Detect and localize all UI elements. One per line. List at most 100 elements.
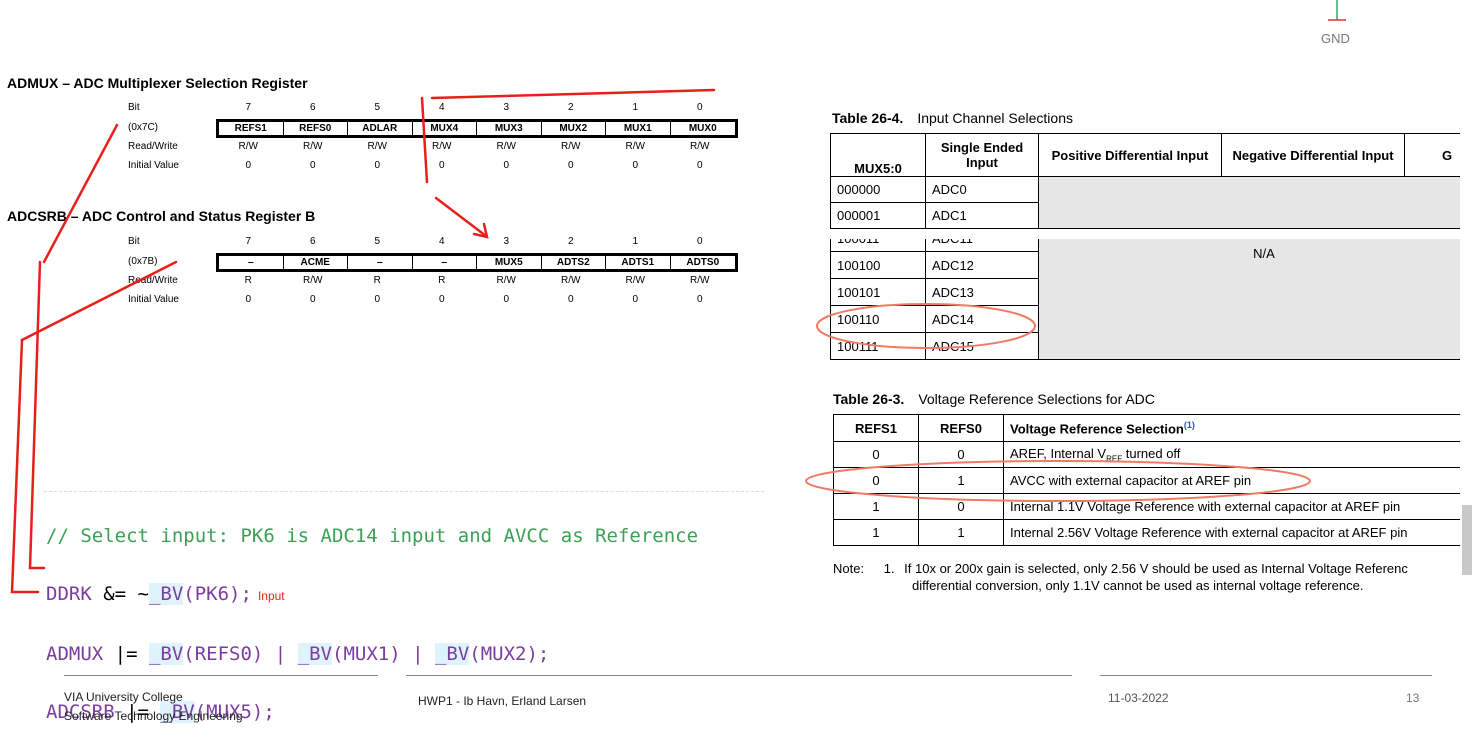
- cell-subscript: REF: [1106, 454, 1122, 463]
- rw-value: R/W: [668, 275, 733, 286]
- na-cell: N/A: [1039, 239, 1472, 360]
- init-value: 0: [410, 160, 475, 171]
- table-cell: 000001: [831, 203, 926, 229]
- bit-name: MUX5: [477, 256, 542, 269]
- admux-register-diagram: Bit 76543210 (0x7C) REFS1REFS0ADLARMUX4M…: [128, 102, 748, 182]
- table-cell: Internal 1.1V Voltage Reference with ext…: [1004, 494, 1472, 520]
- cell-text: AREF, Internal V: [1010, 446, 1106, 461]
- bit-number: 4: [410, 102, 475, 113]
- table-cell: 000000: [831, 177, 926, 203]
- rw-value: R: [216, 275, 281, 286]
- code-token: _BV: [435, 643, 469, 665]
- code-comment: // Select input: PK6 is ADC14 input and …: [46, 522, 698, 551]
- init-value: 0: [603, 294, 668, 305]
- bit-number: 3: [474, 102, 539, 113]
- code-token: (MUX2);: [469, 643, 549, 665]
- bit-name: MUX0: [671, 122, 736, 135]
- init-value: 0: [216, 294, 281, 305]
- column-header: Positive Differential Input: [1039, 134, 1222, 177]
- footer-date: 11-03-2022: [1108, 691, 1169, 705]
- code-line-2: ADMUX |= _BV(REFS0) | _BV(MUX1) | _BV(MU…: [46, 640, 698, 669]
- bit-number: 2: [539, 236, 604, 247]
- bit-name: ADTS1: [606, 256, 671, 269]
- table-number: Table 26-4.: [832, 110, 903, 126]
- note-label: Note:: [833, 561, 864, 576]
- bit-name: –: [219, 256, 284, 269]
- bit-number: 0: [668, 236, 733, 247]
- page-number: 13: [1406, 691, 1419, 705]
- code-token: &= ~: [92, 583, 149, 605]
- annotation-line: [44, 125, 117, 262]
- adcsrb-rw-row: RR/WRRR/WR/WR/WR/W: [216, 275, 732, 286]
- table-26-3: REFS1 REFS0 Voltage Reference Selection(…: [833, 414, 1472, 549]
- annotation-line: [432, 90, 714, 98]
- table-caption: Input Channel Selections: [917, 110, 1073, 126]
- bit-number: 6: [281, 102, 346, 113]
- init-value: 0: [410, 294, 475, 305]
- table-cell: 0: [919, 494, 1004, 520]
- admux-title: ADMUX – ADC Multiplexer Selection Regist…: [7, 75, 308, 91]
- bit-name: –: [348, 256, 413, 269]
- table-note: Note: 1. If 10x or 200x gain is selected…: [833, 561, 1472, 576]
- init-value: 0: [539, 160, 604, 171]
- init-value: 0: [216, 160, 281, 171]
- note-text-line2: differential conversion, only 1.1V canno…: [912, 578, 1363, 593]
- table-cell: 0: [834, 468, 919, 494]
- table-cell: ADC1: [926, 203, 1039, 229]
- bit-number: 4: [410, 236, 475, 247]
- register-address: (0x7B): [128, 256, 198, 267]
- code-token: _BV: [149, 583, 183, 605]
- table-cell: 0: [919, 442, 1004, 468]
- table-cell: ADC14: [926, 306, 1039, 333]
- footer-divider: [64, 675, 378, 676]
- scrollbar-thumb[interactable]: [1462, 505, 1472, 575]
- init-value: 0: [603, 160, 668, 171]
- table-cell: ADC0: [926, 177, 1039, 203]
- column-header: Single Ended Input: [926, 134, 1039, 177]
- table-cell: Internal 2.56V Voltage Reference with ex…: [1004, 520, 1472, 546]
- table-26-3-caption: Table 26-3. Voltage Reference Selections …: [833, 391, 1155, 407]
- adcsrb-bit-numbers: 76543210: [216, 236, 732, 247]
- right-edge: [1460, 0, 1472, 742]
- init-value: 0: [474, 294, 539, 305]
- admux-rw-row: R/WR/WR/WR/WR/WR/WR/WR/W: [216, 141, 732, 152]
- init-value: 0: [539, 294, 604, 305]
- bit-name: MUX3: [477, 122, 542, 135]
- table-26-4-top: MUX5:0 Single Ended Input Positive Diffe…: [830, 133, 1472, 229]
- table-caption: Voltage Reference Selections for ADC: [918, 391, 1155, 407]
- code-token: DDRK: [46, 583, 92, 605]
- bit-name: MUX4: [413, 122, 478, 135]
- rw-value: R/W: [345, 141, 410, 152]
- bit-name: REFS1: [219, 122, 284, 135]
- column-header: Negative Differential Input: [1222, 134, 1405, 177]
- adcsrb-bit-names: –ACME––MUX5ADTS2ADTS1ADTS0: [216, 253, 738, 272]
- bit-name: –: [413, 256, 478, 269]
- bit-name: ADTS0: [671, 256, 736, 269]
- table-cell: 1: [834, 520, 919, 546]
- code-token: (REFS0) |: [183, 643, 297, 665]
- code-token: |=: [103, 643, 149, 665]
- table-cell: AREF, Internal VREF turned off: [1004, 442, 1472, 468]
- gnd-label: GND: [1321, 31, 1350, 46]
- bit-number: 1: [603, 236, 668, 247]
- footer-course: HWP1 - Ib Havn, Erland Larsen: [418, 694, 586, 708]
- bit-label: Bit: [128, 236, 198, 247]
- init-value: 0: [668, 160, 733, 171]
- table-number: Table 26-3.: [833, 391, 904, 407]
- bit-number: 7: [216, 236, 281, 247]
- table-cell: 1: [919, 468, 1004, 494]
- footer-org: VIA University College: [64, 690, 183, 704]
- header-text: Voltage Reference Selection: [1010, 421, 1184, 436]
- code-token: (PK6);: [183, 583, 252, 605]
- initial-value-label: Initial Value: [128, 294, 198, 305]
- init-value: 0: [345, 294, 410, 305]
- bit-number: 2: [539, 102, 604, 113]
- init-value: 0: [281, 294, 346, 305]
- rw-value: R/W: [281, 141, 346, 152]
- bit-name: ADLAR: [348, 122, 413, 135]
- note-number: 1.: [884, 561, 895, 576]
- column-header: REFS0: [919, 415, 1004, 442]
- code-line-1: DDRK &= ~_BV(PK6);Input: [46, 580, 698, 611]
- adcsrb-register-diagram: Bit 76543210 (0x7B) –ACME––MUX5ADTS2ADTS…: [128, 236, 748, 316]
- ground-symbol-icon: [1320, 0, 1360, 30]
